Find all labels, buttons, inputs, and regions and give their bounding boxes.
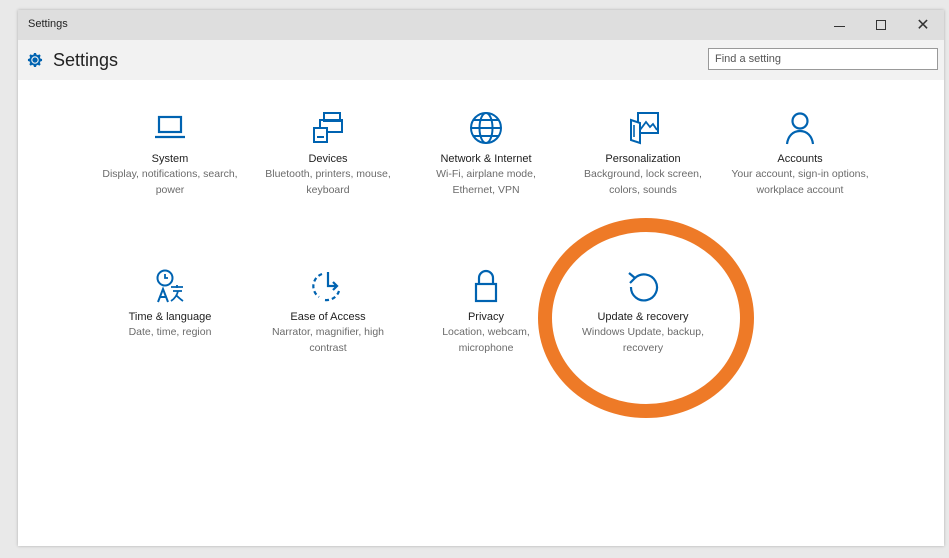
tile-description: Wi-Fi, airplane mode, Ethernet, VPN	[436, 168, 536, 196]
minimize-icon	[833, 25, 845, 27]
tile-personalization[interactable]: Personalization Background, lock screen,…	[573, 108, 713, 198]
app-header: Settings	[18, 40, 944, 80]
tile-time-language[interactable]: Time & language Date, time, region	[100, 266, 240, 340]
window-title: Settings	[28, 18, 68, 30]
tile-label: Privacy	[467, 311, 505, 323]
close-button[interactable]: ✕	[902, 10, 944, 40]
lock-icon	[474, 269, 498, 303]
tile-network-internet[interactable]: Network & Internet Wi-Fi, airplane mode,…	[416, 108, 556, 198]
window-controls: ✕	[818, 10, 944, 40]
close-icon: ✕	[916, 15, 930, 34]
tile-label: Ease of Access	[290, 311, 366, 323]
devices-icon	[313, 112, 343, 143]
tile-description: Windows Update, backup, recovery	[582, 326, 704, 354]
tile-description: Display, notifications, search, power	[102, 168, 238, 196]
tile-system[interactable]: System Display, notifications, search, p…	[100, 108, 240, 198]
title-bar: Settings ✕	[18, 10, 944, 40]
tile-label: Devices	[308, 153, 348, 165]
ease-of-access-icon	[312, 272, 341, 302]
page-title: Settings	[53, 50, 119, 70]
gear-icon	[27, 52, 43, 68]
tile-description: Location, webcam, microphone	[442, 326, 530, 354]
tile-description: Bluetooth, printers, mouse, keyboard	[265, 168, 391, 196]
person-icon	[785, 112, 815, 145]
globe-icon	[470, 112, 502, 144]
tile-description: Date, time, region	[128, 326, 212, 338]
tile-label: Personalization	[605, 153, 681, 165]
tile-ease-of-access[interactable]: Ease of Access Narrator, magnifier, high…	[258, 266, 398, 356]
personalization-icon	[630, 112, 659, 145]
tile-label: Accounts	[777, 153, 823, 165]
tile-label: Network & Internet	[440, 153, 532, 165]
time-language-icon	[156, 269, 184, 303]
tile-label: System	[151, 153, 189, 165]
maximize-icon	[876, 20, 886, 30]
minimize-button[interactable]	[818, 10, 860, 40]
tile-description: Background, lock screen, colors, sounds	[584, 168, 702, 196]
tile-label: Update & recovery	[597, 311, 689, 323]
tile-description: Narrator, magnifier, high contrast	[271, 326, 385, 354]
search-input[interactable]	[708, 48, 938, 70]
tile-devices[interactable]: Devices Bluetooth, printers, mouse, keyb…	[258, 108, 398, 198]
refresh-icon	[628, 272, 659, 302]
settings-window: Settings ✕ Settings System Display, noti…	[18, 10, 944, 546]
tile-update-recovery[interactable]: Update & recovery Windows Update, backup…	[573, 266, 713, 356]
laptop-icon	[155, 115, 185, 139]
tile-privacy[interactable]: Privacy Location, webcam, microphone	[416, 266, 556, 356]
maximize-button[interactable]	[860, 10, 902, 40]
tile-label: Time & language	[128, 311, 212, 323]
tile-accounts[interactable]: Accounts Your account, sign-in options, …	[730, 108, 870, 198]
tile-description: Your account, sign-in options, workplace…	[731, 168, 869, 196]
